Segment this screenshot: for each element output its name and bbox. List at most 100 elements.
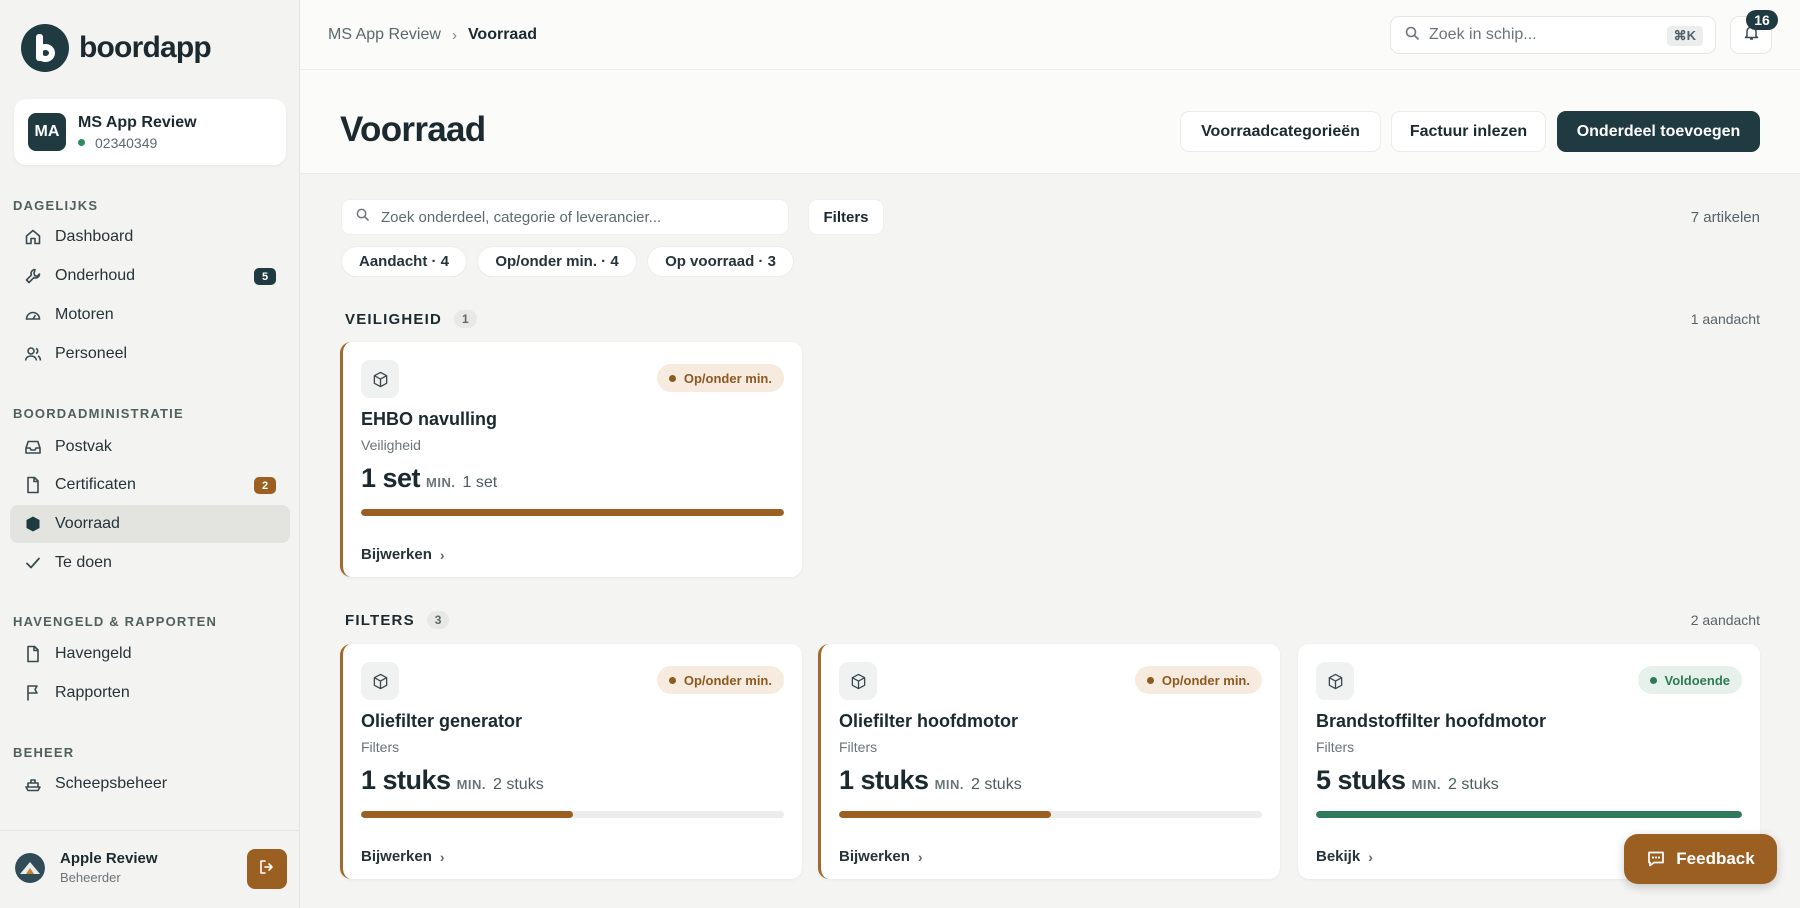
sidebar-item-onderhoud[interactable]: Onderhoud 5 — [10, 257, 290, 295]
update-link[interactable]: Bijwerken › — [361, 848, 445, 865]
quantity-value: 1 stuks — [839, 765, 929, 795]
vessel-id: 02340349 — [95, 134, 158, 151]
nav-section-title: HAVENGELD & RAPPORTEN — [13, 614, 218, 629]
package-icon — [839, 662, 877, 700]
count-badge: 2 — [254, 477, 276, 494]
sidebar-item-label: Havengeld — [55, 645, 132, 662]
section-count: 3 — [426, 611, 450, 629]
check-icon — [24, 554, 42, 572]
document-icon — [24, 645, 42, 663]
logout-icon — [258, 858, 276, 881]
chevron-right-icon: › — [1368, 848, 1373, 865]
package-icon — [361, 662, 399, 700]
home-icon — [24, 228, 42, 246]
page-header: Voorraad Voorraadcategorieën Factuur inl… — [300, 70, 1800, 174]
feedback-button[interactable]: Feedback — [1624, 834, 1777, 884]
filter-chip-op-onder-min[interactable]: Op/onder min. · 4 — [477, 246, 637, 277]
vessel-avatar: MA — [28, 113, 66, 151]
view-link[interactable]: Bekijk › — [1316, 848, 1373, 865]
import-invoice-button[interactable]: Factuur inlezen — [1391, 111, 1546, 152]
card-quantity: 1 stuks MIN. 2 stuks — [839, 765, 1022, 796]
sidebar-item-havengeld[interactable]: Havengeld — [10, 635, 290, 673]
minimum-label: MIN. — [456, 777, 487, 792]
minimum-label: MIN. — [1411, 777, 1442, 792]
stock-level-fill — [1316, 811, 1742, 818]
sidebar-item-te-doen[interactable]: Te doen — [10, 544, 290, 582]
sidebar-item-label: Postvak — [55, 438, 112, 455]
quantity-value: 5 stuks — [1316, 765, 1406, 795]
stock-categories-button[interactable]: Voorraadcategorieën — [1180, 111, 1381, 152]
section-title: FILTERS — [345, 611, 415, 629]
vessel-switcher[interactable]: MA MS App Review 02340349 — [14, 99, 286, 165]
card-title: Oliefilter generator — [361, 711, 523, 731]
sidebar-item-scheepsbeheer[interactable]: Scheepsbeheer — [10, 765, 290, 803]
stock-card[interactable]: Op/onder min. EHBO navulling Veiligheid … — [340, 342, 802, 577]
update-link[interactable]: Bijwerken › — [839, 848, 923, 865]
sidebar-item-certificaten[interactable]: Certificaten 2 — [10, 466, 290, 504]
stock-level-bar — [1316, 811, 1742, 818]
sidebar-item-voorraad[interactable]: Voorraad — [10, 505, 290, 543]
brand-logo[interactable]: boordapp — [21, 24, 212, 72]
nav-section-title: DAGELIJKS — [13, 198, 99, 213]
notification-count-badge: 16 — [1746, 10, 1778, 30]
stock-level-bar — [839, 811, 1262, 818]
breadcrumb-current: Voorraad — [467, 26, 537, 43]
status-badge: Voldoende — [1637, 666, 1742, 694]
ship-icon — [24, 775, 42, 793]
inbox-icon — [24, 438, 42, 456]
count-badge: 5 — [254, 268, 276, 285]
search-icon — [356, 208, 369, 226]
card-quantity: 5 stuks MIN. 2 stuks — [1316, 765, 1499, 796]
feedback-label: Feedback — [1676, 849, 1755, 868]
sidebar-item-dashboard[interactable]: Dashboard — [10, 218, 290, 256]
card-category: Filters — [1316, 739, 1355, 755]
quantity-value: 1 stuks — [361, 765, 451, 795]
update-link[interactable]: Bijwerken › — [361, 546, 445, 563]
brand-name: boordapp — [79, 31, 212, 64]
vessel-search-input[interactable]: Zoek in schip... ⌘K — [1390, 16, 1716, 54]
sidebar-item-label: Te doen — [55, 554, 112, 571]
logout-button[interactable] — [247, 849, 287, 889]
breadcrumb: MS App Review › Voorraad — [328, 26, 537, 44]
add-part-button[interactable]: Onderdeel toevoegen — [1557, 111, 1760, 152]
user-footer: Apple Review Beheerder — [0, 830, 300, 908]
package-icon — [1316, 662, 1354, 700]
minimum-value: 2 stuks — [1448, 776, 1499, 793]
stock-card[interactable]: Op/onder min. Oliefilter generator Filte… — [340, 644, 802, 879]
sidebar-item-label: Rapporten — [55, 684, 130, 701]
sidebar-item-motoren[interactable]: Motoren — [10, 296, 290, 334]
status-badge: Op/onder min. — [656, 666, 784, 694]
section-count: 1 — [454, 310, 477, 328]
section-heading: VEILIGHEID 1 — [345, 310, 477, 328]
sidebar-item-postvak[interactable]: Postvak — [10, 428, 290, 466]
filter-chip-aandacht[interactable]: Aandacht · 4 — [341, 246, 467, 277]
filter-chip-op-voorraad[interactable]: Op voorraad · 3 — [647, 246, 794, 277]
breadcrumb-vessel[interactable]: MS App Review — [328, 26, 441, 44]
card-category: Filters — [361, 739, 400, 755]
page-title: Voorraad — [340, 110, 486, 149]
item-count: 7 artikelen — [1690, 209, 1760, 226]
search-placeholder: Zoek onderdeel, categorie of leverancier… — [381, 208, 662, 226]
nav-section-title: BOORDADMINISTRATIE — [13, 406, 184, 421]
flag-icon — [24, 684, 42, 702]
minimum-value: 1 set — [462, 474, 498, 491]
minimum-label: MIN. — [426, 475, 456, 490]
sidebar-item-personeel[interactable]: Personeel — [10, 335, 290, 373]
chevron-right-icon: › — [451, 26, 457, 44]
document-icon — [24, 476, 42, 494]
sidebar-item-label: Dashboard — [55, 228, 134, 245]
logo-icon — [21, 24, 69, 72]
user-role: Beheerder — [60, 870, 121, 885]
vessel-name: MS App Review — [78, 113, 197, 131]
section-title: VEILIGHEID — [345, 310, 443, 328]
keyboard-shortcut: ⌘K — [1666, 26, 1703, 46]
gauge-icon — [24, 306, 42, 324]
main-content: Zoek onderdeel, categorie of leverancier… — [300, 174, 1800, 908]
section-attention-note: 2 aandacht — [1690, 612, 1760, 628]
avatar[interactable] — [15, 853, 45, 883]
stock-card[interactable]: Op/onder min. Oliefilter hoofdmotor Filt… — [818, 644, 1280, 879]
sidebar-item-rapporten[interactable]: Rapporten — [10, 674, 290, 712]
filters-button[interactable]: Filters — [808, 199, 884, 235]
part-search-input[interactable]: Zoek onderdeel, categorie of leverancier… — [341, 199, 789, 235]
quantity-value: 1 set — [361, 463, 421, 493]
